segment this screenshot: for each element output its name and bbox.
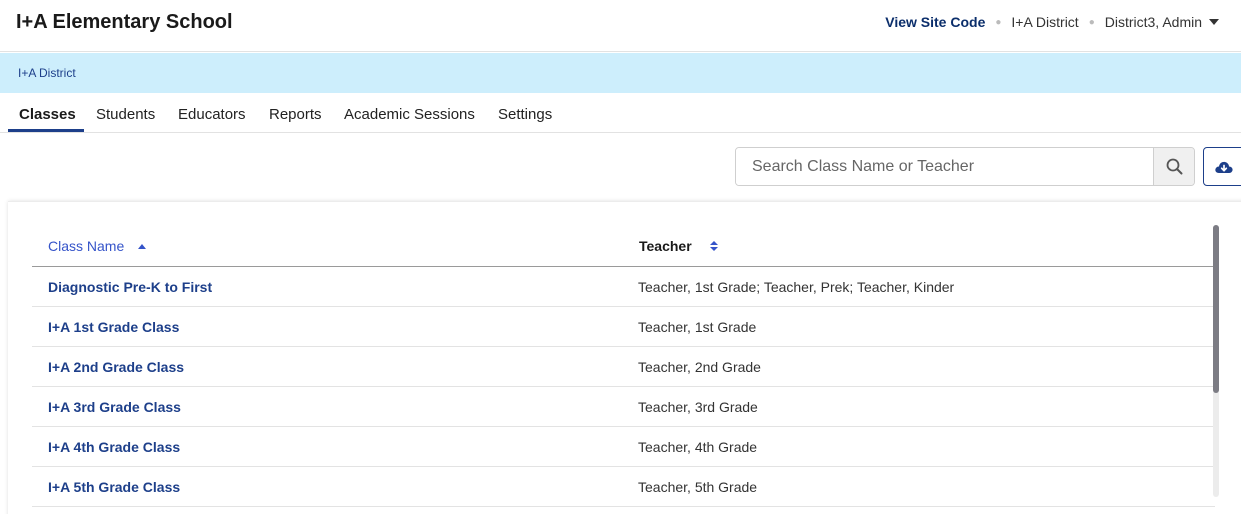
separator-dot: ● bbox=[995, 16, 1002, 28]
separator-dot: ● bbox=[1088, 16, 1095, 28]
user-menu[interactable]: District3, Admin bbox=[1105, 14, 1219, 30]
view-site-code-link[interactable]: View Site Code bbox=[885, 14, 985, 30]
search-box bbox=[735, 147, 1195, 186]
table-row: Diagnostic Pre-K to First Teacher, 1st G… bbox=[32, 267, 1215, 307]
table-row: I+A 3rd Grade Class Teacher, 3rd Grade bbox=[32, 387, 1215, 427]
tab-reports[interactable]: Reports bbox=[269, 106, 322, 123]
teacher-cell: Teacher, 1st Grade bbox=[638, 319, 757, 335]
table-header: Class Name Teacher bbox=[32, 226, 1215, 267]
scrollbar-thumb[interactable] bbox=[1213, 225, 1219, 393]
table-row: I+A 1st Grade Class Teacher, 1st Grade bbox=[32, 307, 1215, 347]
search-button[interactable] bbox=[1153, 148, 1194, 185]
table-row: I+A 4th Grade Class Teacher, 4th Grade bbox=[32, 427, 1215, 467]
sort-ascending-icon bbox=[138, 243, 147, 249]
tab-classes[interactable]: Classes bbox=[19, 106, 76, 123]
tab-academic-sessions[interactable]: Academic Sessions bbox=[344, 106, 475, 123]
tab-educators[interactable]: Educators bbox=[178, 106, 246, 123]
cloud-download-icon bbox=[1215, 161, 1233, 173]
classes-table-card: Class Name Teacher Diagnostic Pre-K to F… bbox=[8, 201, 1241, 514]
class-name-link[interactable]: I+A 3rd Grade Class bbox=[48, 399, 181, 415]
user-name: District3, Admin bbox=[1104, 14, 1202, 30]
teacher-cell: Teacher, 3rd Grade bbox=[638, 399, 758, 415]
class-name-link[interactable]: I+A 4th Grade Class bbox=[48, 439, 180, 455]
tab-settings[interactable]: Settings bbox=[498, 106, 552, 123]
column-header-class-name[interactable]: Class Name bbox=[48, 238, 147, 254]
tab-students[interactable]: Students bbox=[96, 106, 155, 123]
search-input[interactable] bbox=[736, 148, 1153, 185]
active-tab-indicator bbox=[8, 129, 84, 132]
caret-down-icon bbox=[1209, 19, 1219, 25]
search-icon bbox=[1166, 158, 1182, 175]
table-row: I+A 2nd Grade Class Teacher, 2nd Grade bbox=[32, 347, 1215, 387]
school-title: I+A Elementary School bbox=[16, 11, 233, 33]
header-actions: View Site Code ● I+A District ● District… bbox=[885, 14, 1219, 30]
class-name-link[interactable]: I+A 2nd Grade Class bbox=[48, 359, 184, 375]
teacher-cell: Teacher, 1st Grade; Teacher, Prek; Teach… bbox=[638, 279, 955, 295]
teacher-cell: Teacher, 2nd Grade bbox=[638, 359, 761, 375]
header-district: I+A District bbox=[1011, 14, 1079, 30]
class-name-link[interactable]: I+A 5th Grade Class bbox=[48, 479, 180, 495]
breadcrumb-bar: I+A District bbox=[0, 53, 1241, 93]
breadcrumb-district[interactable]: I+A District bbox=[18, 66, 76, 80]
classes-table: Class Name Teacher Diagnostic Pre-K to F… bbox=[32, 226, 1215, 507]
download-button[interactable] bbox=[1203, 147, 1241, 186]
table-scrollbar[interactable] bbox=[1213, 225, 1219, 497]
teacher-cell: Teacher, 5th Grade bbox=[638, 479, 758, 495]
tab-bar: Classes Students Educators Reports Acade… bbox=[0, 93, 1241, 133]
table-row: I+A 5th Grade Class Teacher, 5th Grade bbox=[32, 467, 1215, 507]
top-header: I+A Elementary School View Site Code ● I… bbox=[0, 0, 1241, 52]
class-name-link[interactable]: I+A 1st Grade Class bbox=[48, 319, 179, 335]
teacher-cell: Teacher, 4th Grade bbox=[638, 439, 758, 455]
column-label: Class Name bbox=[48, 238, 125, 254]
column-header-teacher[interactable]: Teacher bbox=[639, 238, 718, 254]
sort-both-icon bbox=[709, 241, 718, 251]
class-name-link[interactable]: Diagnostic Pre-K to First bbox=[48, 279, 212, 295]
column-label: Teacher bbox=[639, 238, 692, 254]
